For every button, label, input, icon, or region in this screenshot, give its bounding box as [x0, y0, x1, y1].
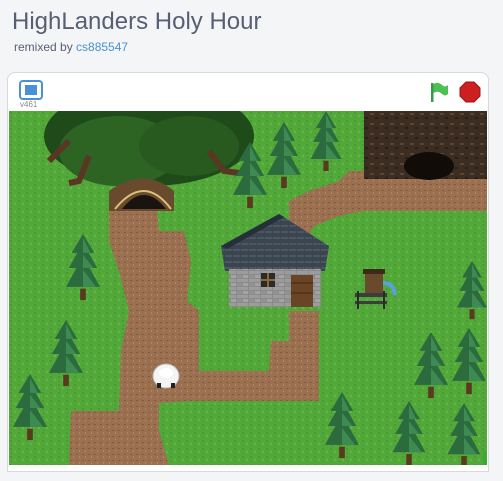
stop-icon[interactable] [459, 81, 481, 103]
rock-cave [364, 111, 487, 180]
game-stage[interactable] [9, 111, 487, 465]
fullscreen-icon[interactable] [19, 80, 43, 100]
version-label: v461 [20, 100, 38, 109]
player-controls: v461 [8, 73, 488, 111]
stage-footer [8, 465, 488, 471]
green-flag-icon[interactable] [426, 80, 450, 104]
remix-credit: remixed by cs885547 [14, 40, 128, 54]
project-title: HighLanders Holy Hour [12, 8, 262, 35]
game-scene [9, 111, 487, 465]
project-player: v461 [7, 72, 489, 472]
player-sprite[interactable] [152, 363, 180, 389]
remixed-by-label: remixed by [14, 40, 73, 54]
author-link[interactable]: cs885547 [76, 40, 128, 54]
